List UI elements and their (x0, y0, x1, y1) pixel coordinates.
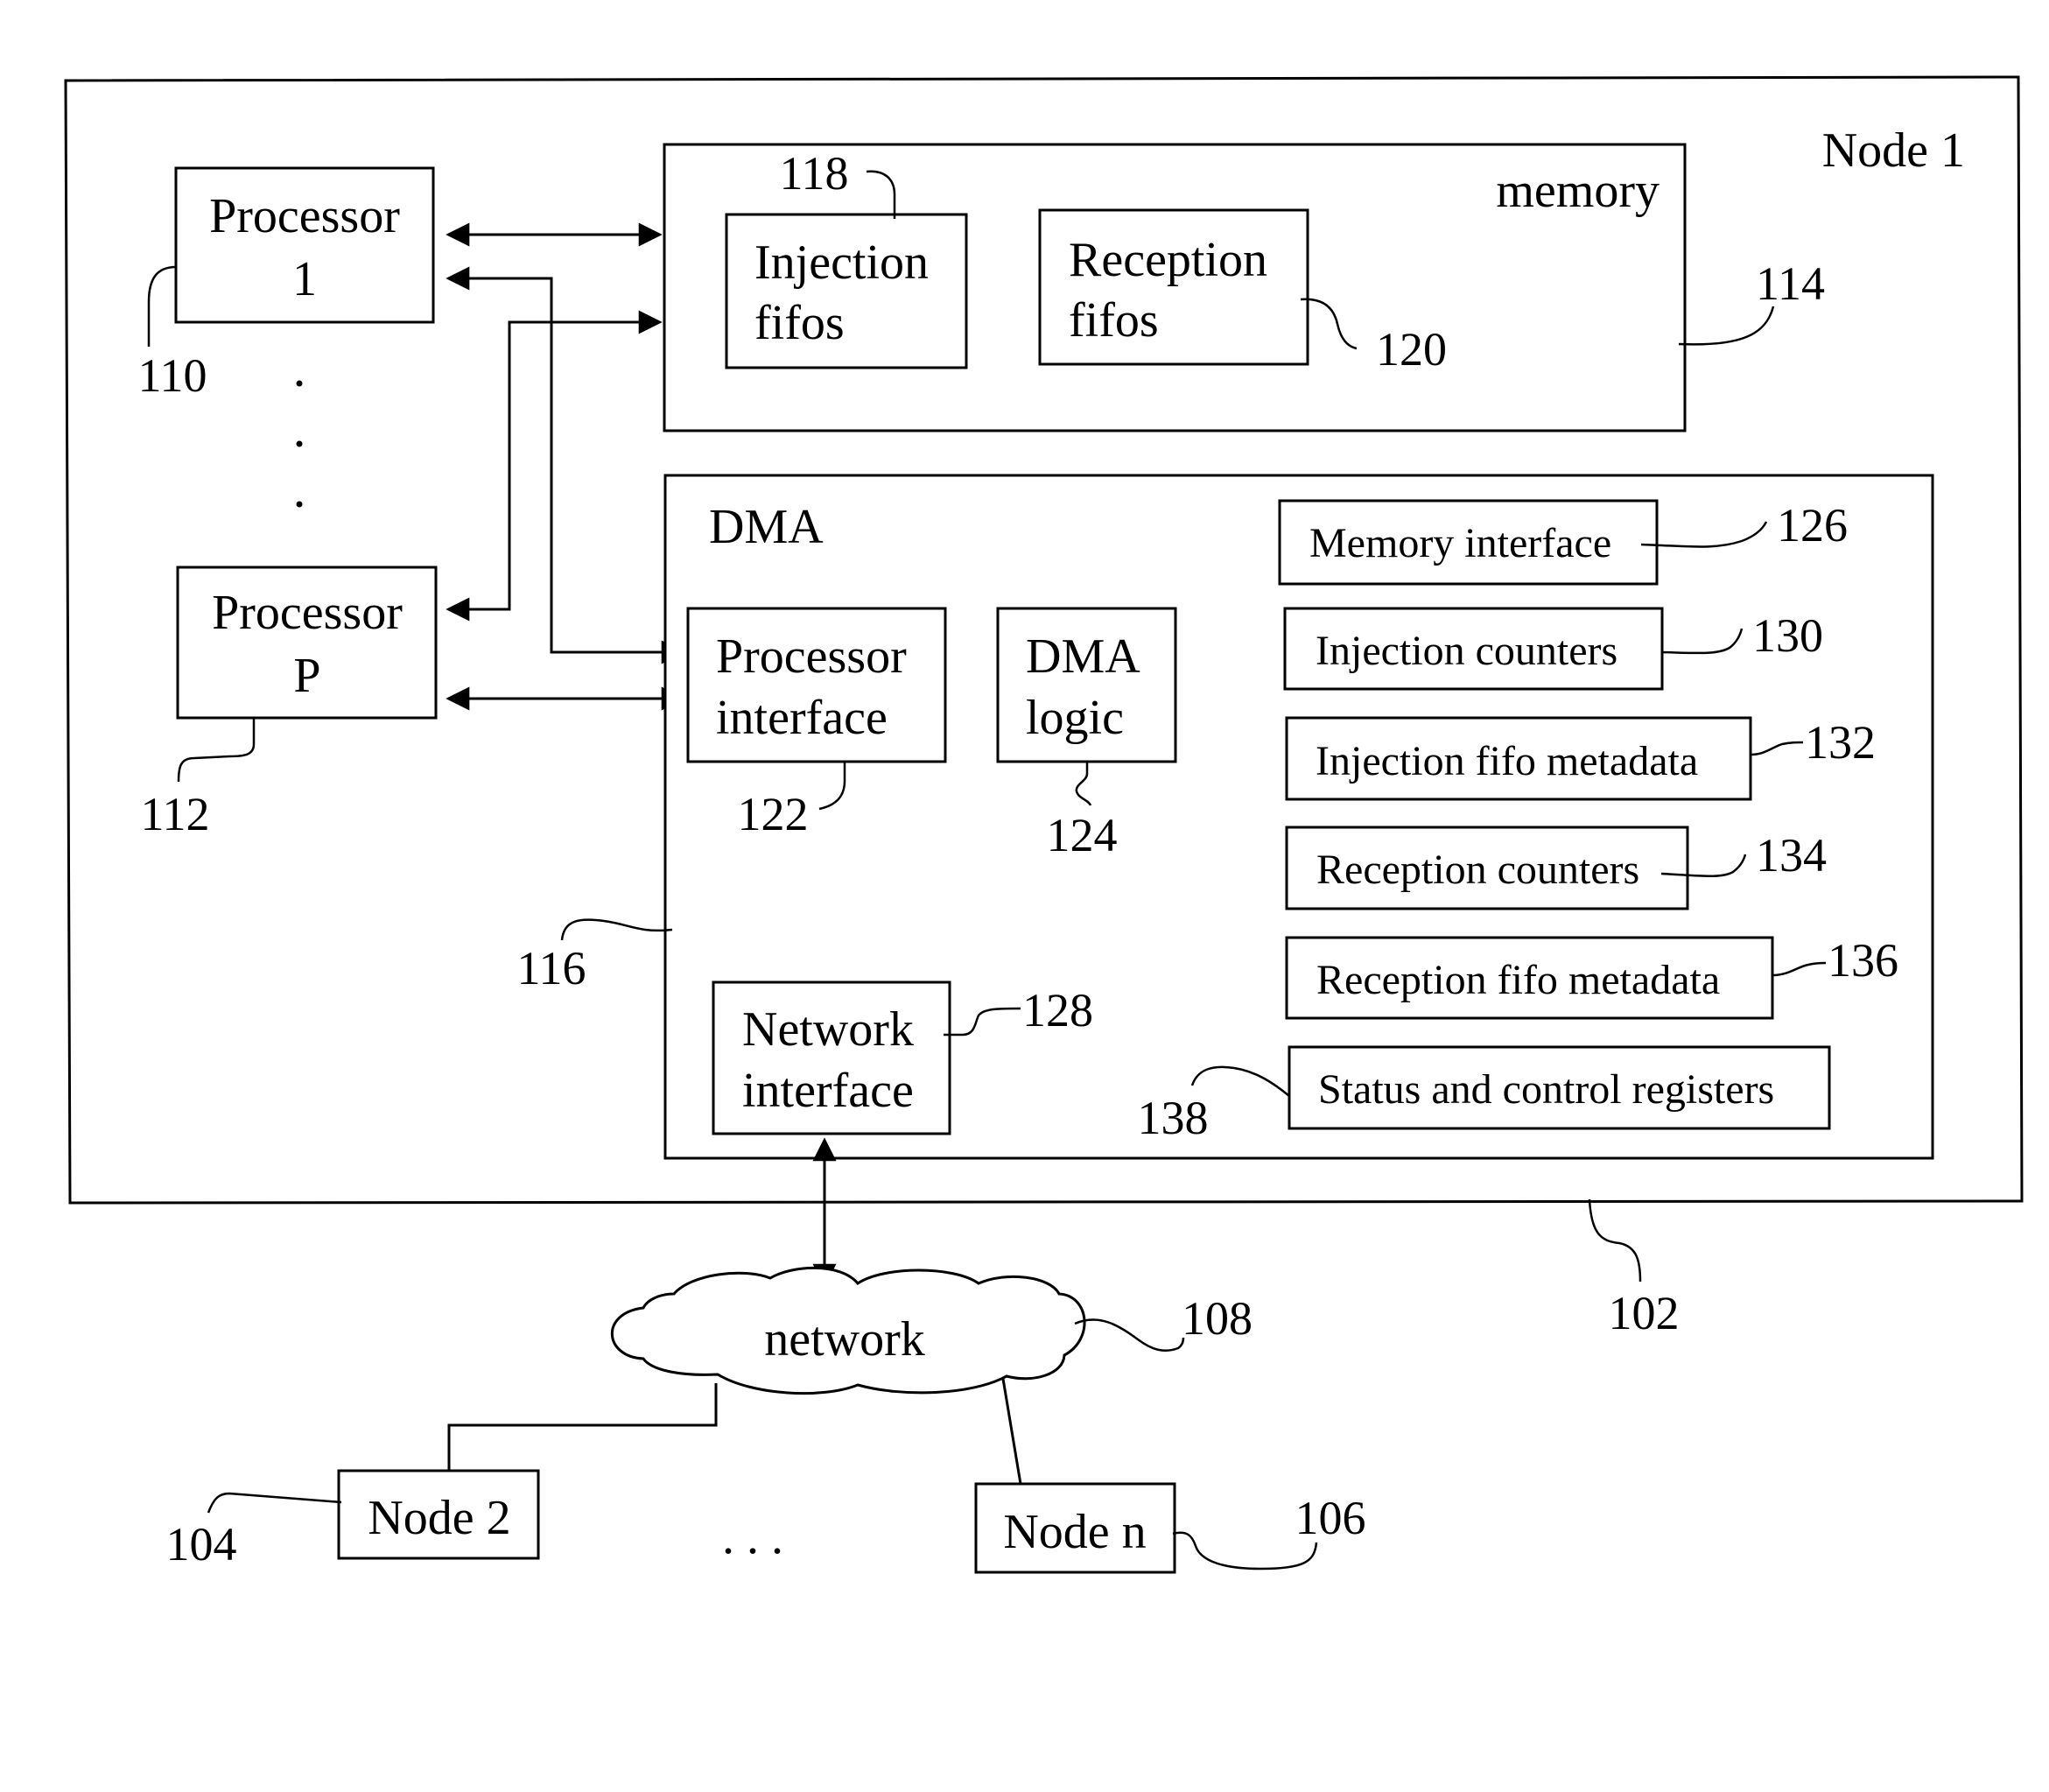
dma: DMA 116 Processor interface 122 DMA logi… (517, 474, 1934, 1160)
network-label: network (764, 1312, 925, 1367)
ref-102-leader (1588, 1198, 1642, 1283)
ellipsis-dot (296, 440, 303, 447)
network-interface-label-line1: Network (742, 1002, 914, 1057)
ref-136: 136 (1828, 934, 1898, 987)
ref-130: 130 (1752, 609, 1823, 662)
ref-104: 104 (166, 1518, 237, 1571)
ref-126: 126 (1777, 499, 1848, 552)
injection-fifo-metadata-label: Injection fifo metadata (1316, 738, 1698, 784)
memory-interface-label: Memory interface (1309, 520, 1611, 566)
node-2: Node 2 104 (166, 1383, 718, 1571)
ref-104-leader (207, 1492, 342, 1514)
ref-106: 106 (1295, 1492, 1366, 1544)
ellipsis-dot (296, 380, 303, 387)
memory-label: memory (1496, 164, 1660, 218)
processor-interface-label-line2: interface (716, 691, 888, 745)
node-1-label: Node 1 (1822, 123, 1965, 178)
ref-108-leader (1074, 1318, 1185, 1352)
node-n-label: Node n (1003, 1505, 1146, 1559)
ref-138: 138 (1138, 1092, 1209, 1144)
processor-1-label-line2: 1 (292, 252, 317, 306)
network-node-2-link (447, 1383, 718, 1471)
memory: memory Injection fifos 118 Reception fif… (663, 143, 1825, 432)
dma-logic-label-line2: logic (1026, 691, 1124, 745)
reception-counters-label: Reception counters (1316, 847, 1639, 893)
processor-interface-label-line1: Processor (716, 629, 907, 684)
status-control-registers-label: Status and control registers (1318, 1066, 1774, 1113)
ref-114: 114 (1756, 257, 1825, 310)
network-cloud: network 108 (610, 1266, 1253, 1395)
ref-120: 120 (1376, 323, 1447, 376)
injection-fifos-label-line2: fifos (754, 296, 845, 350)
ref-118: 118 (780, 147, 849, 200)
dma-node-diagram: Node 1 102 Processor 1 110 Processor P 1… (64, 75, 2024, 1574)
processor-1-label-line1: Processor (209, 189, 400, 243)
injection-fifos-label-line1: Injection (754, 235, 929, 290)
ref-116: 116 (517, 942, 586, 994)
ref-122: 122 (738, 788, 809, 840)
dma-logic-label-line1: DMA (1026, 629, 1140, 684)
ref-134: 134 (1756, 829, 1827, 882)
node-2-label: Node 2 (368, 1491, 510, 1545)
reception-fifo-metadata-label: Reception fifo metadata (1316, 957, 1720, 1003)
ref-110: 110 (138, 349, 207, 402)
dma-label: DMA (709, 500, 824, 554)
reception-fifos-label-line1: Reception (1069, 233, 1267, 287)
injection-counters-label: Injection counters (1316, 628, 1617, 674)
processor-p-label-line1: Processor (212, 586, 403, 640)
network-interface-label-line2: interface (742, 1064, 914, 1118)
ref-128: 128 (1022, 984, 1093, 1037)
node-n: Node n 106 (974, 1378, 1366, 1574)
processor-p-label-line2: P (293, 649, 320, 703)
ref-132: 132 (1805, 716, 1876, 769)
ellipsis-dot (296, 501, 303, 508)
reception-fifos-label-line2: fifos (1069, 293, 1159, 348)
ref-102: 102 (1609, 1287, 1680, 1339)
ref-124: 124 (1047, 809, 1118, 861)
network-node-n-link (1001, 1378, 1022, 1485)
nodes-ellipsis: . . . (722, 1510, 783, 1564)
ref-108: 108 (1182, 1292, 1253, 1345)
ref-112: 112 (141, 788, 210, 840)
